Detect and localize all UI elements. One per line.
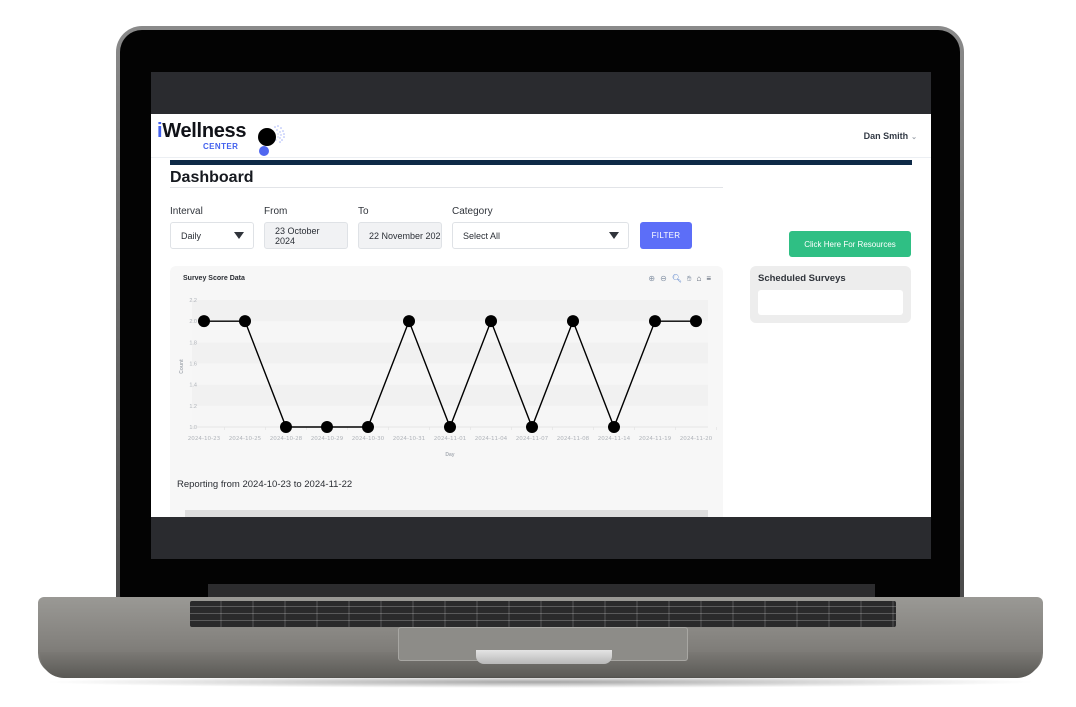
- x-tick-label: 2024-11-07: [516, 436, 549, 442]
- from-date-value: 23 October 2024: [275, 225, 320, 246]
- brand-name: iWellness: [157, 120, 247, 143]
- category-value: Select All: [463, 230, 501, 241]
- caret-down-icon: [234, 232, 244, 239]
- pan-hand-icon[interactable]: ✋︎: [687, 274, 692, 284]
- brand-mark-icon: [258, 125, 285, 156]
- data-point: [280, 421, 292, 433]
- data-point: [485, 315, 497, 328]
- x-tick-label: 2024-11-08: [557, 436, 590, 442]
- category-select[interactable]: Select All: [452, 222, 629, 249]
- from-label: From: [264, 206, 288, 217]
- x-tick-label: 2024-11-20: [680, 436, 713, 442]
- x-axis-label: Day: [445, 452, 454, 458]
- data-point: [444, 421, 456, 433]
- data-point: [608, 421, 620, 433]
- caret-down-icon: [609, 232, 619, 239]
- data-point: [403, 315, 415, 328]
- data-point: [321, 421, 333, 433]
- brand-main: Wellness: [162, 120, 247, 142]
- chart-title: Survey Score Data: [183, 275, 245, 282]
- data-point: [567, 315, 579, 328]
- to-label: To: [358, 206, 369, 217]
- survey-score-chart-card: 1.0 1.2 1.4 1.6 1.8 2.0 2.2 Count 2024-10-23 2024…: [170, 266, 723, 517]
- interval-label: Interval: [170, 206, 203, 217]
- y-tick-label: 1.6: [189, 362, 197, 368]
- chart-toolbar: ⊕ ⊖ 🔍︎ ✋︎ ⌂ ≡: [648, 274, 711, 284]
- x-tick-label: 2024-10-25: [229, 436, 262, 442]
- scheduled-surveys-title: Scheduled Surveys: [758, 273, 846, 284]
- grid-band: [192, 321, 708, 343]
- brand-subtitle: CENTER: [203, 142, 239, 151]
- report-table-header: [185, 510, 708, 517]
- laptop-mockup: iWellness CENTER Dan Smith ⌄ Dashboard I…: [0, 0, 1076, 707]
- y-tick-label: 2.0: [189, 319, 197, 325]
- resources-button[interactable]: Click Here For Resources: [789, 231, 911, 257]
- from-date-input[interactable]: 23 October 2024: [264, 222, 348, 249]
- x-tick-label: 2024-10-29: [311, 436, 344, 442]
- data-point: [526, 421, 538, 433]
- x-tick-label: 2024-10-28: [270, 436, 303, 442]
- user-name: Dan Smith: [863, 131, 909, 141]
- app-window: iWellness CENTER Dan Smith ⌄ Dashboard I…: [151, 114, 931, 517]
- x-tick-label: 2024-11-01: [434, 436, 467, 442]
- data-point: [239, 315, 251, 328]
- interval-select[interactable]: Daily: [170, 222, 254, 249]
- grid-band: [192, 342, 708, 364]
- reset-home-icon[interactable]: ⌂: [696, 274, 701, 284]
- x-tick-label: 2024-10-31: [393, 436, 426, 442]
- page-title: Dashboard: [170, 169, 254, 186]
- scheduled-surveys-card: Scheduled Surveys: [750, 266, 911, 323]
- interval-value: Daily: [181, 230, 202, 241]
- laptop-keyboard: [190, 601, 896, 627]
- laptop-notch: [476, 650, 612, 664]
- zoom-out-icon[interactable]: ⊖: [660, 274, 667, 284]
- reporting-range-text: Reporting from 2024-10-23 to 2024-11-22: [177, 479, 353, 490]
- to-date-input[interactable]: 22 November 202: [358, 222, 442, 249]
- title-divider: [170, 187, 723, 188]
- x-tick-label: 2024-11-14: [598, 436, 631, 442]
- x-tick-label: 2024-11-19: [639, 436, 672, 442]
- category-label: Category: [452, 206, 493, 217]
- header-accent-bar: [170, 160, 912, 165]
- user-menu[interactable]: Dan Smith ⌄: [864, 131, 917, 141]
- data-point: [198, 315, 210, 328]
- y-tick-label: 1.4: [189, 383, 197, 389]
- x-tick-label: 2024-10-23: [188, 436, 221, 442]
- y-tick-label: 1.8: [189, 340, 197, 346]
- y-tick-label: 1.2: [189, 404, 197, 410]
- top-bar: iWellness CENTER Dan Smith ⌄: [151, 114, 931, 158]
- zoom-in-icon[interactable]: ⊕: [648, 274, 655, 284]
- laptop-shadow: [40, 676, 1040, 688]
- data-point: [362, 421, 374, 433]
- y-tick-label: 1.0: [189, 425, 197, 431]
- grid-band: [192, 384, 708, 406]
- chevron-down-icon: ⌄: [911, 134, 917, 141]
- y-tick-label: 2.2: [189, 298, 197, 304]
- y-axis-label: Count: [179, 359, 185, 374]
- menu-icon[interactable]: ≡: [706, 274, 711, 284]
- x-tick-label: 2024-11-04: [475, 436, 508, 442]
- grid-band: [192, 363, 708, 385]
- filter-button[interactable]: FILTER: [640, 222, 692, 249]
- x-tick-label: 2024-10-30: [352, 436, 385, 442]
- data-point: [649, 315, 661, 328]
- selection-zoom-icon[interactable]: 🔍︎: [672, 274, 682, 284]
- to-date-value: 22 November 202: [369, 230, 441, 241]
- grid-band: [192, 300, 708, 322]
- survey-score-chart: 1.0 1.2 1.4 1.6 1.8 2.0 2.2 Count 2024-10-23 2024…: [179, 298, 717, 458]
- scheduled-surveys-list: [758, 290, 903, 315]
- data-point: [690, 315, 702, 328]
